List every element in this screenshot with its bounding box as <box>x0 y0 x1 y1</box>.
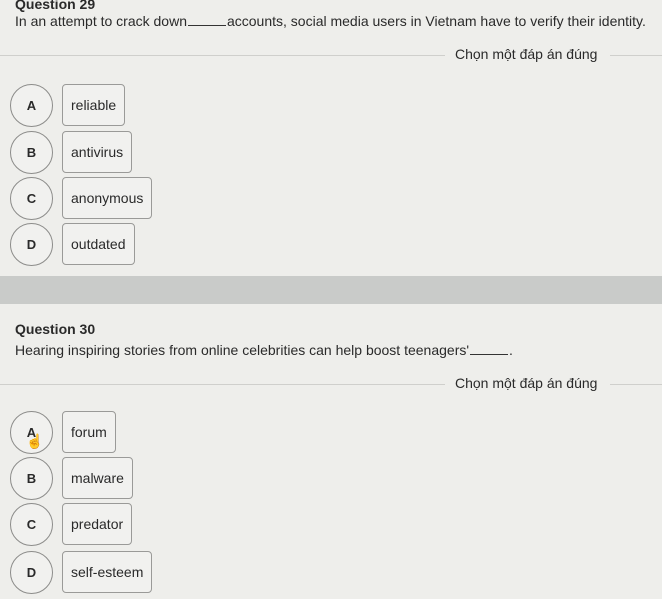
option-a[interactable]: Aforum ☝ <box>10 411 310 454</box>
option-letter[interactable]: A <box>10 84 53 127</box>
text-after: accounts, social media users in Vietnam … <box>226 13 646 29</box>
blank <box>187 25 226 26</box>
question-title: Question 29 <box>15 0 96 12</box>
option-text[interactable]: self-esteem <box>62 551 153 593</box>
text-before: Hearing inspiring stories from online ce… <box>15 342 470 358</box>
option-d[interactable]: Dself-esteem <box>10 551 310 594</box>
option-b[interactable]: Bantivirus <box>10 131 310 174</box>
option-text[interactable]: antivirus <box>62 131 133 173</box>
option-text[interactable]: outdated <box>62 223 135 265</box>
option-letter[interactable]: B <box>10 457 53 500</box>
question-29-card: Question 29 In an attempt to crack down a… <box>0 0 662 276</box>
option-text[interactable]: malware <box>62 457 133 499</box>
option-c[interactable]: Cpredator <box>10 503 310 546</box>
prompt-divider: Chọn một đáp án đúng <box>0 375 662 391</box>
prompt-label: Chọn một đáp án đúng <box>455 46 598 62</box>
option-text[interactable]: anonymous <box>62 177 153 219</box>
option-letter[interactable]: C <box>10 177 53 220</box>
option-letter[interactable]: B <box>10 131 53 174</box>
question-separator <box>0 276 662 304</box>
question-title: Question 30 <box>15 321 96 337</box>
text-before: In an attempt to crack down <box>15 13 187 29</box>
text-after: . <box>509 342 513 358</box>
option-a[interactable]: Areliable <box>10 84 310 127</box>
option-text[interactable]: forum <box>62 411 116 453</box>
option-text[interactable]: predator <box>62 503 133 545</box>
option-letter[interactable]: C <box>10 503 53 546</box>
option-letter[interactable]: D <box>10 551 53 594</box>
hand-pointer-icon: ☝ <box>26 433 44 449</box>
option-letter[interactable]: D <box>10 223 53 266</box>
blank <box>470 354 509 355</box>
prompt-divider: Chọn một đáp án đúng <box>0 46 662 62</box>
question-text: In an attempt to crack down accounts, soc… <box>15 13 646 29</box>
question-30-card: Question 30 Hearing inspiring stories fr… <box>0 304 662 599</box>
option-text[interactable]: reliable <box>62 84 126 126</box>
prompt-label: Chọn một đáp án đúng <box>455 375 598 391</box>
question-text: Hearing inspiring stories from online ce… <box>15 342 513 358</box>
option-d[interactable]: Doutdated <box>10 223 310 266</box>
option-b[interactable]: Bmalware <box>10 457 310 500</box>
option-c[interactable]: Canonymous <box>10 177 310 220</box>
